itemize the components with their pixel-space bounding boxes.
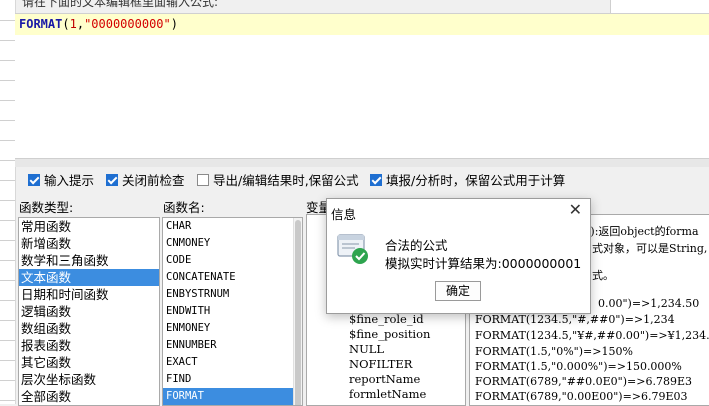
variable-item[interactable]: formletName bbox=[349, 387, 426, 401]
formula-arg-number: 1 bbox=[69, 17, 77, 31]
func-name-label: 函数名: bbox=[163, 200, 205, 215]
description-line: FORMAT(1.5,"0%")=>150% bbox=[475, 345, 633, 358]
func-type-item[interactable]: 数学和三角函数 bbox=[19, 252, 159, 269]
func-name-item[interactable]: ENBYSTRNUM bbox=[163, 286, 302, 303]
func-name-item-selected[interactable]: FORMAT bbox=[163, 388, 302, 405]
func-type-label: 函数类型: bbox=[19, 200, 74, 215]
formula-comma: , bbox=[76, 17, 85, 31]
func-name-item[interactable]: ENMONEY bbox=[163, 320, 302, 337]
description-line: FORMAT(1234.5,"¥#,##0.00")=>¥1,234.50 bbox=[475, 329, 709, 342]
variable-item[interactable]: NOFILTER bbox=[349, 357, 412, 371]
option-keep-formula-export-label: 导出/编辑结果时,保留公式 bbox=[213, 173, 359, 188]
description-line: 式。 bbox=[592, 269, 614, 282]
func-type-item[interactable]: 层次坐标函数 bbox=[19, 371, 159, 388]
func-name-scrollbar[interactable] bbox=[293, 218, 302, 405]
func-type-item-selected[interactable]: 文本函数 bbox=[19, 269, 159, 286]
option-check-before-close[interactable]: 关闭前检查 bbox=[106, 170, 185, 189]
dialog-title: 信息 bbox=[331, 207, 357, 222]
func-type-item[interactable]: 新增函数 bbox=[19, 235, 159, 252]
func-type-item[interactable]: 全部函数 bbox=[19, 388, 159, 405]
option-input-hint-label: 输入提示 bbox=[44, 173, 95, 188]
variable-item[interactable]: $fine_position bbox=[349, 327, 430, 341]
func-type-item[interactable]: 报表函数 bbox=[19, 337, 159, 354]
func-type-item[interactable]: 数组函数 bbox=[19, 320, 159, 337]
formula-text[interactable]: FORMAT(1,"0000000000") bbox=[19, 17, 178, 31]
variable-item[interactable]: NULL bbox=[349, 342, 384, 356]
func-type-item[interactable]: 常用函数 bbox=[19, 218, 159, 235]
scrollbar-thumb[interactable] bbox=[295, 220, 301, 405]
formula-close-paren: ) bbox=[170, 17, 178, 31]
checkbox-check-before-close[interactable] bbox=[106, 173, 118, 186]
variable-item[interactable]: reportName bbox=[349, 372, 420, 386]
left-gutter bbox=[0, 0, 16, 404]
func-type-item[interactable]: 日期和时间函数 bbox=[19, 286, 159, 303]
option-keep-formula-export[interactable]: 导出/编辑结果时,保留公式 bbox=[197, 170, 359, 189]
func-type-item[interactable]: 其它函数 bbox=[19, 354, 159, 371]
dialog-message: 合法的公式 bbox=[385, 238, 448, 253]
description-line: 0.00")=>1,234.50 bbox=[598, 297, 700, 310]
description-line: t):返回object的forma bbox=[586, 225, 699, 238]
formula-open-paren: ( bbox=[62, 17, 70, 31]
description-line: FORMAT(1.5,"0.000%")=>150.000% bbox=[475, 360, 682, 373]
func-name-item[interactable]: FIND bbox=[163, 371, 302, 388]
func-name-item[interactable]: CONCATENATE bbox=[163, 269, 302, 286]
top-right-field[interactable] bbox=[610, 0, 709, 14]
checkbox-keep-formula-export[interactable] bbox=[197, 173, 209, 186]
description-line: FORMAT(6789,"##0.0E0")=>6.789E3 bbox=[475, 375, 692, 388]
func-name-item[interactable]: CHAR bbox=[163, 218, 302, 235]
description-line: FORMAT(6789,"0.00E00")=>6.79E03 bbox=[475, 390, 688, 403]
func-name-item[interactable]: ENNUMBER bbox=[163, 337, 302, 354]
option-keep-formula-fill[interactable]: 填报/分析时，保留公式用于计算 bbox=[370, 170, 565, 189]
formula-editor[interactable]: FORMAT(1,"0000000000") bbox=[15, 13, 709, 159]
info-dialog: 信息 ✕ 合法的公式 模拟实时计算结果为:0000000001 确定 bbox=[326, 198, 591, 314]
description-line: 式对象，可以是String, bbox=[592, 242, 708, 255]
func-type-item[interactable]: 逻辑函数 bbox=[19, 303, 159, 320]
option-check-before-close-label: 关闭前检查 bbox=[122, 173, 185, 188]
func-name-list[interactable]: CHAR CNMONEY CODE CONCATENATE ENBYSTRNUM… bbox=[162, 217, 303, 406]
func-name-item[interactable]: EXACT bbox=[163, 354, 302, 371]
dialog-detail: 模拟实时计算结果为:0000000001 bbox=[385, 256, 582, 271]
func-name-item[interactable]: CODE bbox=[163, 252, 302, 269]
formula-function: FORMAT bbox=[19, 17, 63, 31]
editor-prompt: 请在下面的文本编辑框里面输入公式: bbox=[22, 0, 219, 9]
option-input-hint[interactable]: 输入提示 bbox=[28, 170, 94, 189]
func-name-item[interactable]: CNMONEY bbox=[163, 235, 302, 252]
variable-item[interactable]: $fine_role_id bbox=[349, 312, 424, 326]
close-icon[interactable]: ✕ bbox=[569, 202, 582, 218]
option-keep-formula-fill-label: 填报/分析时，保留公式用于计算 bbox=[386, 173, 566, 188]
editor-horizontal-scrollbar[interactable] bbox=[15, 158, 709, 167]
func-name-item[interactable]: ENDWITH bbox=[163, 303, 302, 320]
checkbox-keep-formula-fill[interactable] bbox=[370, 173, 382, 186]
valid-formula-icon bbox=[337, 233, 369, 265]
checkbox-input-hint[interactable] bbox=[28, 173, 40, 186]
formula-arg-string: "0000000000" bbox=[84, 17, 171, 31]
func-type-list[interactable]: 常用函数 新增函数 数学和三角函数 文本函数 日期和时间函数 逻辑函数 数组函数… bbox=[18, 217, 160, 406]
ok-button[interactable]: 确定 bbox=[435, 281, 481, 301]
description-line: FORMAT(1234.5,"#,##0")=>1,234 bbox=[475, 313, 675, 326]
